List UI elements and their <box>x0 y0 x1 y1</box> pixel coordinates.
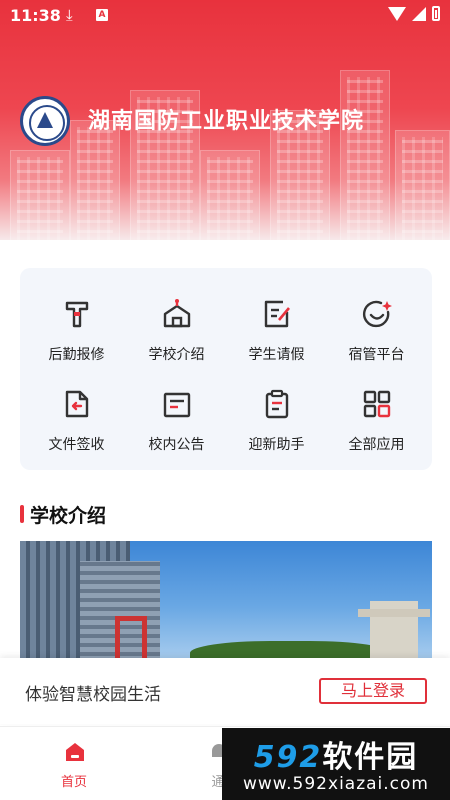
login-button[interactable]: 马上登录 <box>319 678 427 704</box>
section-accent-bar <box>20 505 24 523</box>
notice-board-icon <box>163 392 191 418</box>
login-prompt-text: 体验智慧校园生活 <box>25 685 161 705</box>
clipboard-icon <box>265 389 289 419</box>
grid-item-leave-request[interactable]: 学生请假 <box>225 272 328 363</box>
grid-item-label: 后勤报修 <box>48 347 105 363</box>
header-banner: 11:38 ⤓ A 湖南国防工业职业技术学院 <box>0 0 450 240</box>
grid-item-label: 全部应用 <box>348 437 405 453</box>
function-grid: 后勤报修 学校介绍 学生请假 宿管平台 文件签收 校内公告 迎新助手 全部应用 <box>20 268 432 470</box>
grid-item-freshman-helper[interactable]: 迎新助手 <box>225 362 328 453</box>
banner-building-decor <box>10 150 70 240</box>
grid-item-all-apps[interactable]: 全部应用 <box>325 362 428 453</box>
watermark: 592软件园 www.592xiazai.com <box>222 728 450 800</box>
photo-gate <box>115 616 147 661</box>
grid-item-dorm-platform[interactable]: 宿管平台 <box>325 272 428 363</box>
tab-label: 首页 <box>60 775 87 790</box>
grid-item-notice[interactable]: 校内公告 <box>125 362 228 453</box>
edit-note-icon <box>264 300 290 328</box>
smile-circle-icon <box>363 300 392 328</box>
status-bar: 11:38 ⤓ A <box>0 0 450 32</box>
grid-item-repair[interactable]: 后勤报修 <box>25 272 128 363</box>
section-title: 学校介绍 <box>30 505 107 527</box>
grid-item-label: 迎新助手 <box>248 437 305 453</box>
battery-icon <box>432 6 440 21</box>
grid-item-label: 学校介绍 <box>148 347 205 363</box>
watermark-brand: 592软件园 <box>222 732 450 776</box>
grid-item-label: 校内公告 <box>148 437 205 453</box>
banner-building-decor <box>340 70 390 240</box>
banner-building-decor <box>395 130 450 240</box>
grid-item-file-sign[interactable]: 文件签收 <box>25 362 128 453</box>
signal-icon <box>412 6 426 21</box>
all-apps-grid-icon <box>363 390 391 418</box>
status-indicators <box>388 6 440 21</box>
wifi-icon <box>388 6 406 21</box>
watermark-brand-number: 592 <box>253 740 323 775</box>
a-notification-icon: A <box>96 9 108 21</box>
home-icon <box>66 743 84 761</box>
download-icon: ⤓ <box>66 6 73 24</box>
campus-photo[interactable] <box>20 541 432 661</box>
photo-tower <box>358 601 430 661</box>
school-building-icon <box>163 299 191 328</box>
banner-building-decor <box>200 150 260 240</box>
status-time: 11:38 <box>10 6 61 25</box>
watermark-brand-text: 软件园 <box>322 740 419 775</box>
grid-item-label: 宿管平台 <box>348 347 405 363</box>
tab-home[interactable]: 首页 <box>34 727 114 800</box>
grid-item-label: 学生请假 <box>248 347 305 363</box>
grid-item-school-intro[interactable]: 学校介绍 <box>125 272 228 363</box>
college-logo <box>20 96 70 146</box>
file-sign-icon <box>65 390 89 418</box>
hammer-icon <box>65 301 89 328</box>
banner-building-decor <box>70 120 120 240</box>
watermark-url: www.592xiazai.com <box>243 774 429 794</box>
college-name: 湖南国防工业职业技术学院 <box>88 109 365 134</box>
grid-item-label: 文件签收 <box>48 437 105 453</box>
